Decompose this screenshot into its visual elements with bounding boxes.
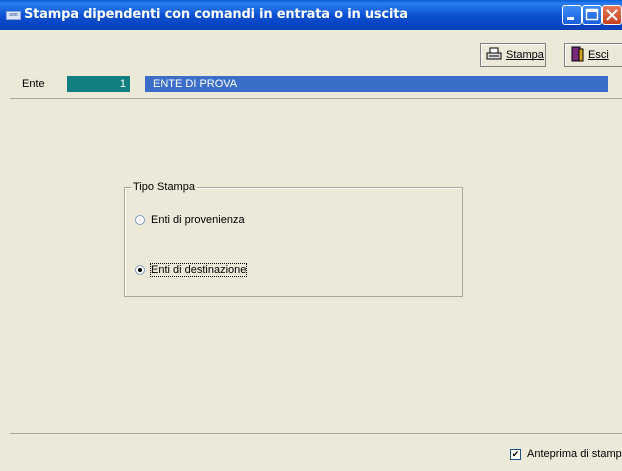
stampa-label: Stampa (506, 49, 544, 61)
radio-label: Enti di destinazione (149, 263, 248, 277)
minimize-button[interactable] (562, 5, 582, 25)
radio-button-selected-icon (135, 265, 145, 275)
esci-label: Esci (588, 49, 609, 61)
minimize-icon (567, 17, 574, 20)
ente-label: Ente (22, 78, 45, 90)
tipo-stampa-group: Tipo Stampa Enti di provenienza Enti di … (124, 181, 463, 297)
radio-button-icon (135, 215, 145, 225)
printer-icon (486, 47, 502, 64)
maximize-button[interactable] (582, 5, 602, 25)
window-title: Stampa dipendenti con comandi in entrata… (24, 7, 408, 22)
main-panel: Tipo Stampa Enti di provenienza Enti di … (10, 98, 622, 429)
maximize-icon (585, 8, 599, 21)
close-button[interactable] (602, 5, 622, 25)
esci-button[interactable]: Esci (564, 43, 622, 67)
anteprima-checkbox[interactable]: ✔ Anteprima di stampa (510, 448, 622, 460)
stampa-button[interactable]: Stampa (480, 43, 546, 67)
checkbox-checked-icon: ✔ (510, 448, 521, 460)
ente-number-field[interactable]: 1 (67, 76, 130, 92)
radio-enti-provenienza[interactable]: Enti di provenienza (135, 214, 245, 226)
exit-door-icon (570, 46, 584, 65)
radio-enti-destinazione[interactable]: Enti di destinazione (135, 263, 248, 277)
title-bar: ooo Stampa dipendenti con comandi in ent… (0, 0, 622, 30)
app-icon: ooo (6, 11, 21, 20)
ente-bar: Ente 1 ENTE DI PROVA (10, 75, 608, 95)
status-bar: ✔ Anteprima di stampa (10, 433, 622, 471)
group-legend: Tipo Stampa (131, 181, 197, 193)
ente-name-field: ENTE DI PROVA (145, 76, 608, 92)
radio-label: Enti di provenienza (151, 214, 245, 226)
close-icon (606, 9, 618, 21)
anteprima-label: Anteprima di stampa (527, 448, 622, 460)
toolbar: Stampa Esci (0, 30, 622, 70)
